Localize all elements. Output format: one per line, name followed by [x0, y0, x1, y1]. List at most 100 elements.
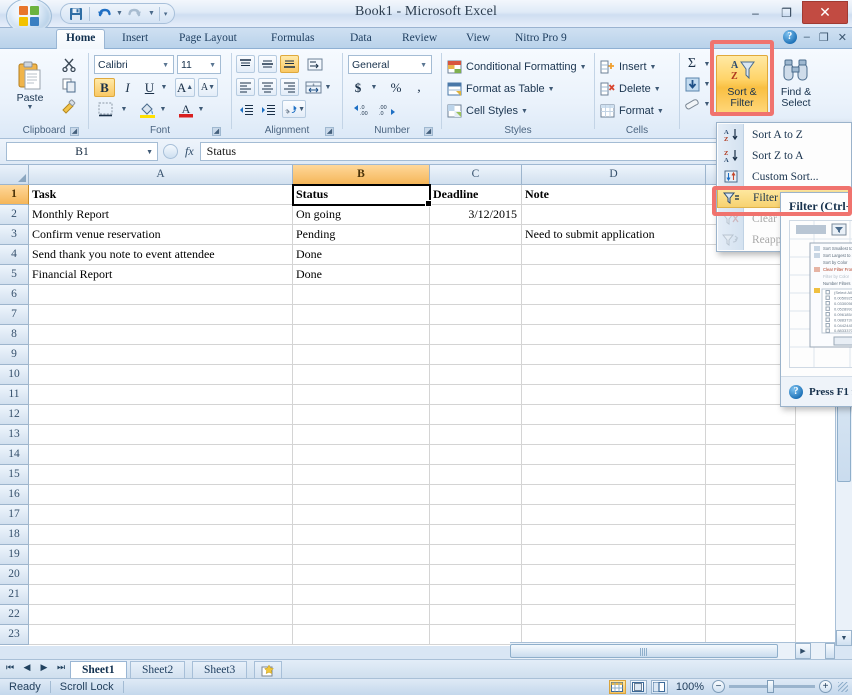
format-as-table-button[interactable]: Format as Table ▼: [446, 79, 566, 99]
next-sheet-button[interactable]: ▶: [38, 662, 50, 673]
close-button[interactable]: ✕: [802, 1, 848, 24]
row-header-21[interactable]: 21: [0, 585, 29, 605]
font-name-combo[interactable]: Calibri ▼: [94, 55, 174, 74]
align-middle-button[interactable]: [258, 55, 277, 73]
row-header-8[interactable]: 8: [0, 325, 29, 345]
format-painter-button[interactable]: [58, 97, 80, 116]
previous-sheet-button[interactable]: ◀: [21, 662, 33, 673]
cell-empty[interactable]: [522, 585, 706, 605]
cell-empty[interactable]: [522, 265, 706, 285]
align-right-button[interactable]: [280, 78, 299, 96]
row-header-14[interactable]: 14: [0, 445, 29, 465]
cell-empty[interactable]: [293, 465, 430, 485]
cell-empty[interactable]: [706, 425, 796, 445]
cell-empty[interactable]: [430, 445, 522, 465]
cell-empty[interactable]: [29, 385, 293, 405]
sheet-tab-sheet2[interactable]: Sheet2: [130, 661, 186, 679]
cell-empty[interactable]: [522, 385, 706, 405]
currency-button[interactable]: $: [348, 78, 368, 97]
borders-dropdown-arrow[interactable]: ▼: [118, 100, 130, 119]
delete-cells-button[interactable]: Delete ▼: [599, 79, 669, 99]
cell-empty[interactable]: [430, 545, 522, 565]
row-header-1[interactable]: 1: [0, 185, 29, 205]
cell-empty[interactable]: [430, 265, 522, 285]
sheet-tab-sheet1[interactable]: Sheet1: [70, 661, 127, 679]
cell-empty[interactable]: [293, 305, 430, 325]
page-break-view-button[interactable]: [650, 679, 668, 694]
clear-dropdown-arrow[interactable]: ▼: [702, 95, 712, 113]
orientation-button[interactable]: a ▼: [282, 100, 306, 118]
cell-empty[interactable]: [430, 465, 522, 485]
cell-a3[interactable]: Confirm venue reservation: [29, 225, 293, 245]
cell-empty[interactable]: [522, 465, 706, 485]
clear-button[interactable]: [681, 95, 703, 113]
normal-view-button[interactable]: [608, 679, 626, 694]
cell-empty[interactable]: [430, 425, 522, 445]
cell-empty[interactable]: [293, 425, 430, 445]
cell-empty[interactable]: [430, 345, 522, 365]
merge-center-button[interactable]: a: [303, 78, 323, 97]
cell-empty[interactable]: [522, 285, 706, 305]
cell-empty[interactable]: [522, 345, 706, 365]
fill-button[interactable]: [681, 75, 703, 93]
zoom-out-button[interactable]: −: [712, 680, 725, 693]
insert-cells-button[interactable]: Insert ▼: [599, 57, 669, 77]
cell-empty[interactable]: [430, 325, 522, 345]
cell-b4[interactable]: Done: [293, 245, 430, 265]
cell-empty[interactable]: [522, 545, 706, 565]
tab-nitro-pro-9[interactable]: Nitro Pro 9: [506, 30, 576, 49]
grow-font-button[interactable]: A ▲: [175, 78, 195, 97]
tab-view[interactable]: View: [457, 30, 499, 49]
cell-empty[interactable]: [29, 325, 293, 345]
horizontal-scrollbar[interactable]: ▶: [510, 642, 835, 659]
tab-formulas[interactable]: Formulas: [262, 30, 323, 49]
menu-item-sort-z-to-a[interactable]: Z A Sort Z to A: [717, 145, 851, 166]
cell-empty[interactable]: [29, 585, 293, 605]
comma-button[interactable]: ,: [409, 78, 429, 97]
borders-button[interactable]: [94, 100, 118, 119]
sheet-tab-sheet3[interactable]: Sheet3: [192, 661, 248, 679]
cell-empty[interactable]: [522, 325, 706, 345]
cell-empty[interactable]: [29, 505, 293, 525]
zoom-in-button[interactable]: +: [819, 680, 832, 693]
horizontal-scroll-thumb[interactable]: [510, 644, 778, 658]
autosum-dropdown-arrow[interactable]: ▼: [702, 55, 712, 73]
workbook-close-button[interactable]: ✕: [836, 31, 849, 44]
cell-empty[interactable]: [293, 405, 430, 425]
row-header-19[interactable]: 19: [0, 545, 29, 565]
cell-empty[interactable]: [430, 305, 522, 325]
conditional-formatting-button[interactable]: Conditional Formatting ▼: [446, 57, 590, 77]
cell-empty[interactable]: [293, 285, 430, 305]
cell-empty[interactable]: [522, 245, 706, 265]
cancel-entry-button[interactable]: [163, 144, 178, 159]
row-header-12[interactable]: 12: [0, 405, 29, 425]
column-header-d[interactable]: D: [522, 165, 706, 185]
cell-a2[interactable]: Monthly Report: [29, 205, 293, 225]
cell-empty[interactable]: [293, 625, 430, 645]
zoom-slider-thumb[interactable]: [767, 680, 774, 693]
sort-and-filter-button[interactable]: A Z Sort & Filter: [716, 55, 768, 115]
row-header-2[interactable]: 2: [0, 205, 29, 225]
tab-page-layout[interactable]: Page Layout: [170, 30, 246, 49]
row-header-9[interactable]: 9: [0, 345, 29, 365]
cell-empty[interactable]: [29, 405, 293, 425]
scroll-right-button[interactable]: ▶: [795, 643, 811, 659]
cell-empty[interactable]: [522, 505, 706, 525]
cell-empty[interactable]: [430, 405, 522, 425]
currency-dropdown-arrow[interactable]: ▼: [368, 78, 380, 97]
first-sheet-button[interactable]: ⏮: [4, 662, 16, 673]
autosum-button[interactable]: Σ: [681, 55, 703, 73]
cell-c1[interactable]: Deadline: [430, 185, 522, 205]
row-header-16[interactable]: 16: [0, 485, 29, 505]
cell-empty[interactable]: [522, 525, 706, 545]
cell-a5[interactable]: Financial Report: [29, 265, 293, 285]
cell-empty[interactable]: [293, 445, 430, 465]
cell-empty[interactable]: [430, 365, 522, 385]
menu-item-sort-a-to-z[interactable]: A Z Sort A to Z: [717, 124, 851, 145]
merge-center-dropdown-arrow[interactable]: ▼: [322, 78, 334, 97]
number-dialog-launcher[interactable]: ◢: [424, 127, 433, 136]
cell-empty[interactable]: [430, 385, 522, 405]
cell-empty[interactable]: [522, 565, 706, 585]
cell-empty[interactable]: [522, 365, 706, 385]
cell-b2[interactable]: On going: [293, 205, 430, 225]
